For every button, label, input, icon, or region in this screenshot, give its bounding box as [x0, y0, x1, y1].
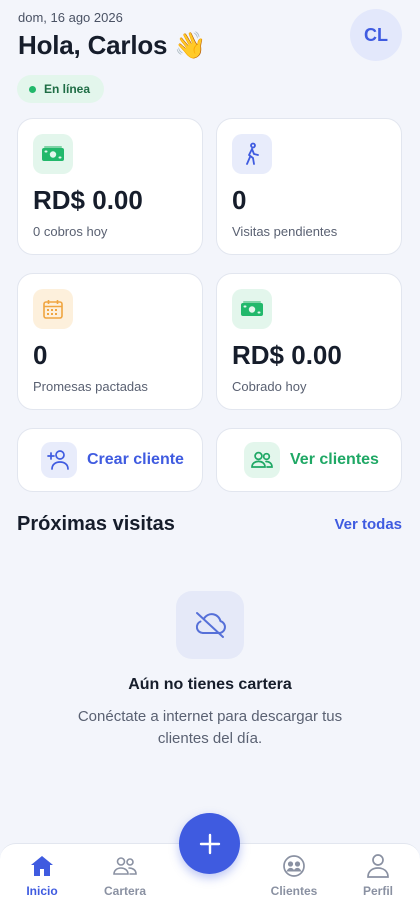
profile-icon: [338, 852, 418, 880]
stat-value: 0: [232, 185, 247, 215]
users-icon: [244, 442, 280, 478]
stat-label: Cobrado hoy: [232, 379, 307, 394]
empty-state-title: Aún no tienes cartera: [128, 676, 292, 693]
stat-card-pending-visits[interactable]: 0 Visitas pendientes: [216, 118, 402, 255]
nav-item-portfolio[interactable]: Cartera: [85, 852, 165, 898]
money-icon: [33, 134, 73, 174]
stat-label: Promesas pactadas: [33, 379, 148, 394]
create-client-button[interactable]: Crear cliente: [17, 428, 203, 492]
empty-state-text: Conéctate a internet para descargar tus …: [77, 708, 343, 747]
nav-label: Clientes: [270, 884, 318, 898]
calendar-icon: [33, 289, 73, 329]
nav-label: Cartera: [103, 884, 147, 898]
plus-icon: [199, 833, 220, 854]
money-icon: [232, 289, 272, 329]
stat-label: 0 cobros hoy: [33, 224, 108, 239]
header: dom, 16 ago 2026 Hola, Carlos 👋 CL: [18, 8, 402, 78]
stat-card-collections[interactable]: RD$ 0.00 0 cobros hoy: [17, 118, 203, 255]
see-all-link[interactable]: Ver todas: [334, 516, 402, 533]
view-clients-label: Ver clientes: [290, 451, 379, 468]
stat-value: RD$ 0.00: [33, 185, 143, 215]
stat-value: 0: [33, 340, 48, 370]
status-label: En línea: [44, 82, 91, 96]
section-title: Próximas visitas: [17, 513, 175, 535]
nav-label: Inicio: [26, 884, 58, 898]
walking-person-icon: [232, 134, 272, 174]
clients-icon: [254, 852, 334, 880]
stat-card-collected-today[interactable]: RD$ 0.00 Cobrado hoy: [216, 273, 402, 410]
status-badge: En línea: [17, 75, 105, 103]
nav-item-profile[interactable]: Perfil: [338, 852, 418, 898]
stat-card-promises[interactable]: 0 Promesas pactadas: [17, 273, 203, 410]
greeting: Hola, Carlos 👋: [18, 30, 207, 60]
create-client-label: Crear cliente: [87, 451, 184, 468]
view-clients-button[interactable]: Ver clientes: [216, 428, 402, 492]
home-icon: [2, 852, 82, 880]
nav-label: Perfil: [362, 884, 393, 898]
cloud-off-icon: [176, 591, 244, 659]
online-dot-icon: [29, 85, 36, 93]
nav-item-clients[interactable]: Clientes: [254, 852, 334, 898]
stat-value: RD$ 0.00: [232, 340, 342, 370]
add-user-icon: [41, 442, 77, 478]
avatar[interactable]: CL: [350, 9, 402, 61]
add-button[interactable]: [179, 813, 240, 874]
nav-item-home[interactable]: Inicio: [2, 852, 82, 898]
stat-label: Visitas pendientes: [232, 224, 338, 239]
people-icon: [85, 852, 165, 880]
current-date: dom, 16 ago 2026: [18, 10, 123, 25]
